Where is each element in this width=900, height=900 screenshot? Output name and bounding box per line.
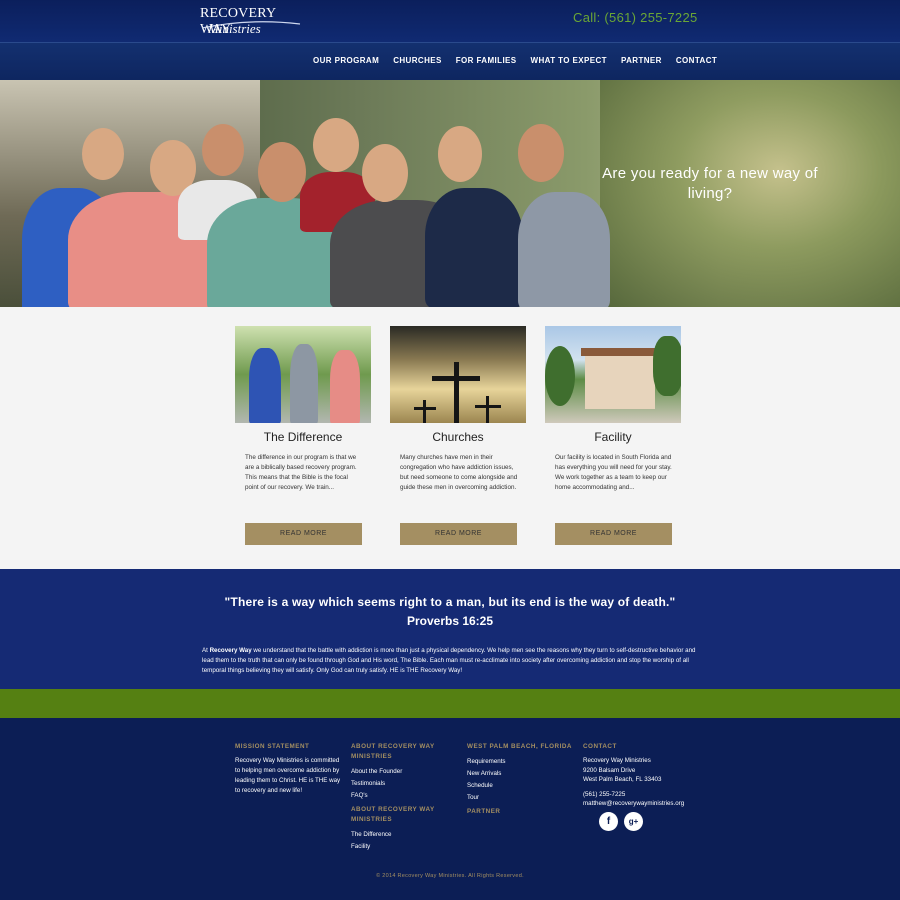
logo[interactable]: RECOVERY WAY Ministries bbox=[200, 6, 310, 38]
paragraph-body: we understand that the battle with addic… bbox=[202, 647, 696, 674]
card-title: Facility bbox=[594, 430, 632, 444]
footer-about: ABOUT RECOVERY WAY MINISTRIES About the … bbox=[351, 742, 461, 853]
card-image-churches bbox=[390, 326, 526, 423]
nav-our-program[interactable]: OUR PROGRAM bbox=[313, 56, 379, 65]
crosses-icon bbox=[414, 362, 501, 423]
footer-heading: ABOUT RECOVERY WAY MINISTRIES bbox=[351, 806, 435, 823]
footer-contact: CONTACT Recovery Way Ministries 9200 Bal… bbox=[583, 742, 713, 809]
card-facility: Facility Our facility is located in Sout… bbox=[545, 326, 681, 545]
contact-name: Recovery Way Ministries bbox=[583, 757, 651, 764]
paragraph-brand: Recovery Way bbox=[209, 647, 252, 654]
contact-email[interactable]: matthew@recoverywayministries.org bbox=[583, 799, 713, 809]
hero-tagline: Are you ready for a new way of living? bbox=[602, 165, 818, 202]
card-text: The difference in our program is that we… bbox=[245, 454, 357, 491]
read-more-button[interactable]: READ MORE bbox=[400, 523, 517, 545]
footer-wpb: WEST PALM BEACH, FLORIDA Requirements Ne… bbox=[467, 742, 577, 817]
contact-street: 9200 Balsam Drive bbox=[583, 766, 636, 774]
footer-link-schedule[interactable]: Schedule bbox=[467, 780, 577, 792]
footer-heading: MISSION STATEMENT bbox=[235, 743, 310, 750]
google-plus-icon[interactable]: g+ bbox=[624, 812, 643, 831]
scripture-reference: Proverbs 16:25 bbox=[406, 614, 494, 628]
card-text: Many churches have men in their congrega… bbox=[400, 454, 518, 491]
footer-link-about-founder[interactable]: About the Founder bbox=[351, 766, 461, 778]
nav-contact[interactable]: CONTACT bbox=[676, 56, 717, 65]
footer-link-faqs[interactable]: FAQ's bbox=[351, 790, 461, 802]
footer-mission: MISSION STATEMENT Recovery Way Ministrie… bbox=[235, 742, 345, 796]
main-nav-bar: OUR PROGRAM CHURCHES FOR FAMILIES WHAT T… bbox=[0, 42, 900, 80]
card-text: Our facility is located in South Florida… bbox=[555, 454, 672, 491]
facebook-icon[interactable]: f bbox=[599, 812, 618, 831]
footer-link-new-arrivals[interactable]: New Arrivals bbox=[467, 768, 577, 780]
top-header: RECOVERY WAY Ministries Call: (561) 255-… bbox=[0, 0, 900, 42]
scripture-quote: "There is a way which seems right to a m… bbox=[224, 595, 676, 609]
social-links: f g+ bbox=[599, 812, 643, 831]
card-title: The Difference bbox=[263, 430, 343, 444]
footer-heading: CONTACT bbox=[583, 743, 617, 750]
nav-for-families[interactable]: FOR FAMILIES bbox=[456, 56, 517, 65]
about-paragraph: At Recovery Way we understand that the b… bbox=[202, 646, 702, 676]
quote-section: "There is a way which seems right to a m… bbox=[0, 569, 900, 689]
features-section: The Difference The difference in our pro… bbox=[0, 307, 900, 569]
footer: MISSION STATEMENT Recovery Way Ministrie… bbox=[0, 718, 900, 900]
copyright: © 2014 Recovery Way Ministries. All Righ… bbox=[376, 873, 524, 879]
card-the-difference: The Difference The difference in our pro… bbox=[235, 326, 371, 545]
green-divider bbox=[0, 689, 900, 718]
hero-banner: Are you ready for a new way of living? bbox=[0, 80, 900, 307]
footer-link-facility[interactable]: Facility bbox=[351, 841, 461, 853]
mission-text: Recovery Way Ministries is committed to … bbox=[235, 757, 341, 794]
footer-heading: ABOUT RECOVERY WAY MINISTRIES bbox=[351, 743, 435, 760]
card-churches: Churches Many churches have men in their… bbox=[390, 326, 526, 545]
nav-churches[interactable]: CHURCHES bbox=[393, 56, 442, 65]
card-image-difference bbox=[235, 326, 371, 423]
contact-phone[interactable]: (561) 255-7225 bbox=[583, 790, 713, 800]
nav-partner[interactable]: PARTNER bbox=[621, 56, 662, 65]
paragraph-prefix: At bbox=[202, 647, 210, 654]
nav-what-to-expect[interactable]: WHAT TO EXPECT bbox=[531, 56, 607, 65]
read-more-button[interactable]: READ MORE bbox=[555, 523, 672, 545]
footer-link-requirements[interactable]: Requirements bbox=[467, 756, 577, 768]
contact-city: West Palm Beach, FL 33403 bbox=[583, 776, 662, 783]
footer-link-testimonials[interactable]: Testimonials bbox=[351, 778, 461, 790]
card-image-facility bbox=[545, 326, 681, 423]
main-nav: OUR PROGRAM CHURCHES FOR FAMILIES WHAT T… bbox=[313, 56, 717, 65]
footer-link-tour[interactable]: Tour bbox=[467, 792, 577, 804]
footer-link-partner[interactable]: PARTNER bbox=[467, 807, 577, 817]
footer-heading: WEST PALM BEACH, FLORIDA bbox=[467, 743, 572, 750]
read-more-button[interactable]: READ MORE bbox=[245, 523, 362, 545]
card-title: Churches bbox=[432, 430, 484, 444]
footer-link-the-difference[interactable]: The Difference bbox=[351, 829, 461, 841]
logo-sub-text: Ministries bbox=[208, 21, 261, 36]
phone-number[interactable]: Call: (561) 255-7225 bbox=[573, 10, 698, 25]
